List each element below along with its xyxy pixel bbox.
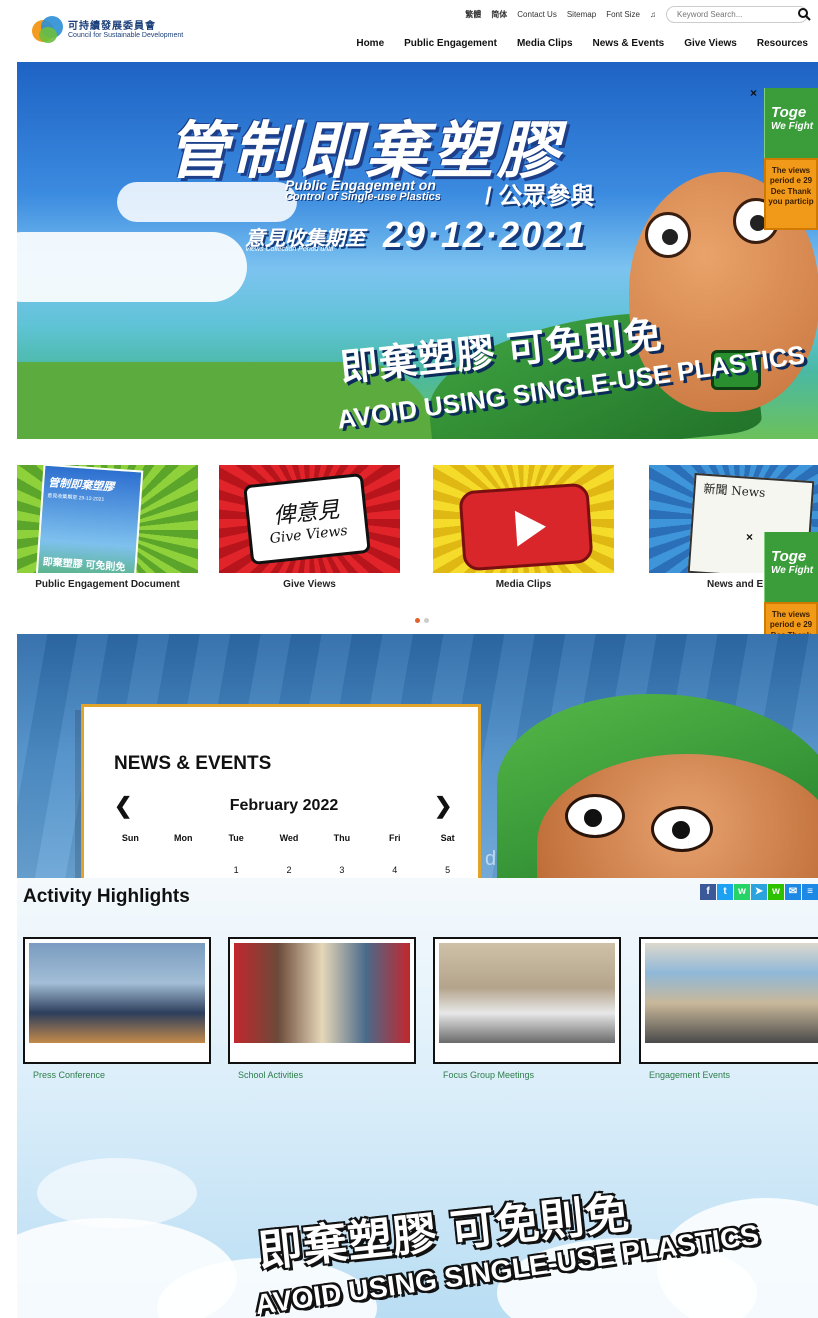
quick-link-document[interactable]: 管制即棄塑膠 意見收集期至 29-12-2021 即棄塑膠 可免則免 (17, 465, 198, 573)
activity-highlights-section: Activity Highlights f t w ➤ w ✉ ≡ Press Confer… (17, 878, 818, 1318)
nav-home[interactable]: Home (356, 38, 384, 49)
search-icon[interactable] (797, 7, 811, 21)
logo-mark-icon (32, 14, 64, 46)
whatsapp-icon[interactable]: w (734, 884, 750, 900)
activity-card-engagement[interactable] (639, 937, 818, 1064)
calendar-week: 1 2 3 4 5 (104, 865, 474, 875)
activity-card-school[interactable] (228, 937, 416, 1064)
side-banner-notice: The views period e 29 Dec Thank you part… (764, 158, 818, 230)
carousel-dot[interactable] (424, 618, 429, 623)
activity-card-press[interactable] (23, 937, 211, 1064)
activity-photo (29, 943, 205, 1043)
hero-period-en: Views Collection Period until (245, 246, 334, 253)
nav-give-views[interactable]: Give Views (684, 38, 737, 49)
quick-link-label[interactable]: Media Clips (433, 579, 614, 590)
nav-media-clips[interactable]: Media Clips (517, 38, 573, 49)
search-box (666, 6, 811, 23)
chevron-right-icon[interactable]: ❯ (434, 793, 452, 819)
quick-link-media-clips[interactable] (433, 465, 614, 573)
close-icon[interactable]: × (750, 86, 757, 100)
main-nav: Home Public Engagement Media Clips News … (356, 38, 808, 49)
calendar-day (157, 865, 210, 875)
activity-photo (645, 943, 818, 1043)
site-header: 可持續發展委員會 Council for Sustainable Develop… (0, 0, 818, 62)
quick-links-carousel: 管制即棄塑膠 意見收集期至 29-12-2021 即棄塑膠 可免則免 Publi… (17, 439, 818, 634)
search-input[interactable] (677, 10, 787, 19)
hero-subtitle-zh: / 公眾參與 (485, 183, 595, 210)
side-banner-line1: Toge (771, 548, 807, 565)
floating-banner-top[interactable]: × Toge We Fight The views period e 29 De… (750, 86, 818, 230)
weekday-fri: Fri (388, 833, 401, 843)
weekday-thu: Thu (333, 833, 351, 843)
weekday-tue: Tue (228, 833, 244, 843)
lang-traditional-link[interactable]: 繁體 (465, 9, 481, 20)
share-bar: f t w ➤ w ✉ ≡ (700, 884, 818, 900)
weekday-wed: Wed (279, 833, 299, 843)
activity-label[interactable]: Press Conference (33, 1070, 105, 1080)
side-banner-line1: Toge (771, 104, 807, 121)
calendar-day[interactable]: 3 (315, 865, 368, 875)
hero-subtitle-en: Public Engagement on Control of Single-u… (285, 178, 441, 203)
news-events-title: NEWS & EVENTS (114, 753, 272, 774)
calendar-day[interactable]: 5 (421, 865, 474, 875)
play-icon (458, 482, 594, 572)
activity-label[interactable]: School Activities (238, 1070, 303, 1080)
hero-subtitle-en-line2: Control of Single-use Plastics (285, 191, 441, 203)
document-cover-image: 管制即棄塑膠 意見收集期至 29-12-2021 即棄塑膠 可免則免 (34, 465, 144, 573)
telegram-icon[interactable]: ➤ (751, 884, 767, 900)
calendar-day[interactable]: 2 (263, 865, 316, 875)
wechat-icon[interactable]: w (768, 884, 784, 900)
side-banner-line2: We Fight (771, 121, 814, 132)
side-banner-line2: We Fight (771, 565, 814, 576)
calendar-card: NEWS & EVENTS February 2022 ❮ ❯ Sun Mon … (81, 704, 481, 878)
font-size-link[interactable]: Font Size (606, 10, 640, 19)
chevron-left-icon[interactable]: ❮ (114, 793, 132, 819)
speech-bubble-icon: 俾意見 Give Views (243, 472, 371, 566)
nav-news-events[interactable]: News & Events (593, 38, 665, 49)
activity-photo (439, 943, 615, 1043)
sitemap-link[interactable]: Sitemap (567, 10, 596, 19)
hero-subtitle-en-line1: Public Engagement on (285, 177, 436, 193)
carousel-pagination (415, 618, 429, 623)
weekday-sat: Sat (440, 833, 455, 843)
logo-text-zh: 可持續發展委員會 (68, 20, 156, 32)
lang-simplified-link[interactable]: 简体 (491, 9, 507, 20)
site-logo[interactable]: 可持續發展委員會 Council for Sustainable Develop… (32, 14, 183, 46)
activity-label[interactable]: Engagement Events (649, 1070, 730, 1080)
quick-link-label[interactable]: News and E (649, 579, 763, 590)
quick-link-label[interactable]: Give Views (219, 579, 400, 590)
hero-banner[interactable]: 管制即棄塑膠 Public Engagement on Control of S… (17, 62, 818, 439)
activity-card-focus-group[interactable] (433, 937, 621, 1064)
nav-public-engagement[interactable]: Public Engagement (404, 38, 497, 49)
weekday-sun: Sun (121, 833, 139, 843)
carousel-dot-active[interactable] (415, 618, 420, 623)
activity-highlights-title: Activity Highlights (23, 886, 190, 907)
calendar-day (104, 865, 157, 875)
audio-icon[interactable]: ♫ (650, 10, 656, 19)
calendar-day[interactable]: 4 (368, 865, 421, 875)
activity-label[interactable]: Focus Group Meetings (443, 1070, 534, 1080)
more-icon[interactable]: ≡ (802, 884, 818, 900)
weekday-mon: Mon (174, 833, 193, 843)
email-icon[interactable]: ✉ (785, 884, 801, 900)
utility-bar: 繁體 简体 Contact Us Sitemap Font Size ♫ (465, 6, 811, 23)
calendar-weekdays: Sun Mon Tue Wed Thu Fri Sat (104, 833, 474, 843)
page: 可持續發展委員會 Council for Sustainable Develop… (0, 0, 818, 1318)
nav-resources[interactable]: Resources (757, 38, 808, 49)
calendar-day[interactable]: 1 (210, 865, 263, 875)
contact-us-link[interactable]: Contact Us (517, 10, 557, 19)
twitter-icon[interactable]: t (717, 884, 733, 900)
activity-photo (234, 943, 410, 1043)
facebook-icon[interactable]: f (700, 884, 716, 900)
logo-text-en: Council for Sustainable Development (68, 31, 184, 39)
quick-link-label[interactable]: Public Engagement Document (17, 579, 198, 590)
calendar-month: February 2022 (229, 797, 339, 814)
close-icon[interactable]: × (746, 530, 753, 544)
news-events-section: duce NEWS & EVENTS February 2022 ❮ ❯ Sun… (17, 634, 818, 878)
quick-link-give-views[interactable]: 俾意見 Give Views (219, 465, 400, 573)
hero-date: 29·12·2021 (383, 214, 588, 255)
